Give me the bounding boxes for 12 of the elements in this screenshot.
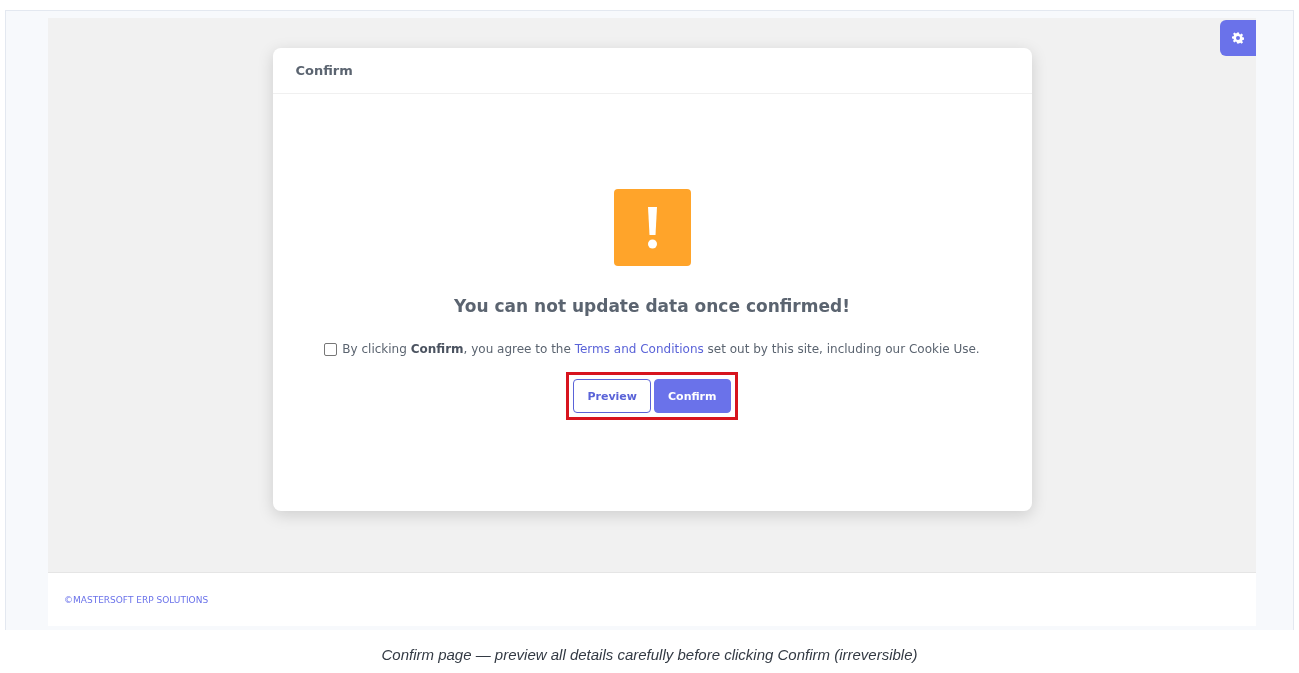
terms-link[interactable]: Terms and Conditions	[574, 342, 704, 356]
warning-message: You can not update data once confirmed!	[454, 296, 850, 316]
confirm-button[interactable]: Confirm	[654, 379, 731, 413]
copyright-text: ©MASTERSOFT ERP SOLUTIONS	[64, 594, 209, 605]
caption-text: Confirm page — preview all details carefully before clicking Confirm (irreversible)	[381, 646, 918, 663]
settings-icon	[1232, 32, 1244, 44]
agreement-checkbox[interactable]	[324, 342, 338, 356]
agreement-text: By clicking Confirm, you agree to the Terms and Conditions set out by this site, including our Cookie Use.	[342, 342, 980, 356]
preview-button[interactable]: Preview	[573, 379, 651, 413]
settings-button[interactable]	[1220, 20, 1256, 56]
warning-icon	[613, 189, 691, 266]
dialog-title: Confirm	[295, 63, 353, 78]
